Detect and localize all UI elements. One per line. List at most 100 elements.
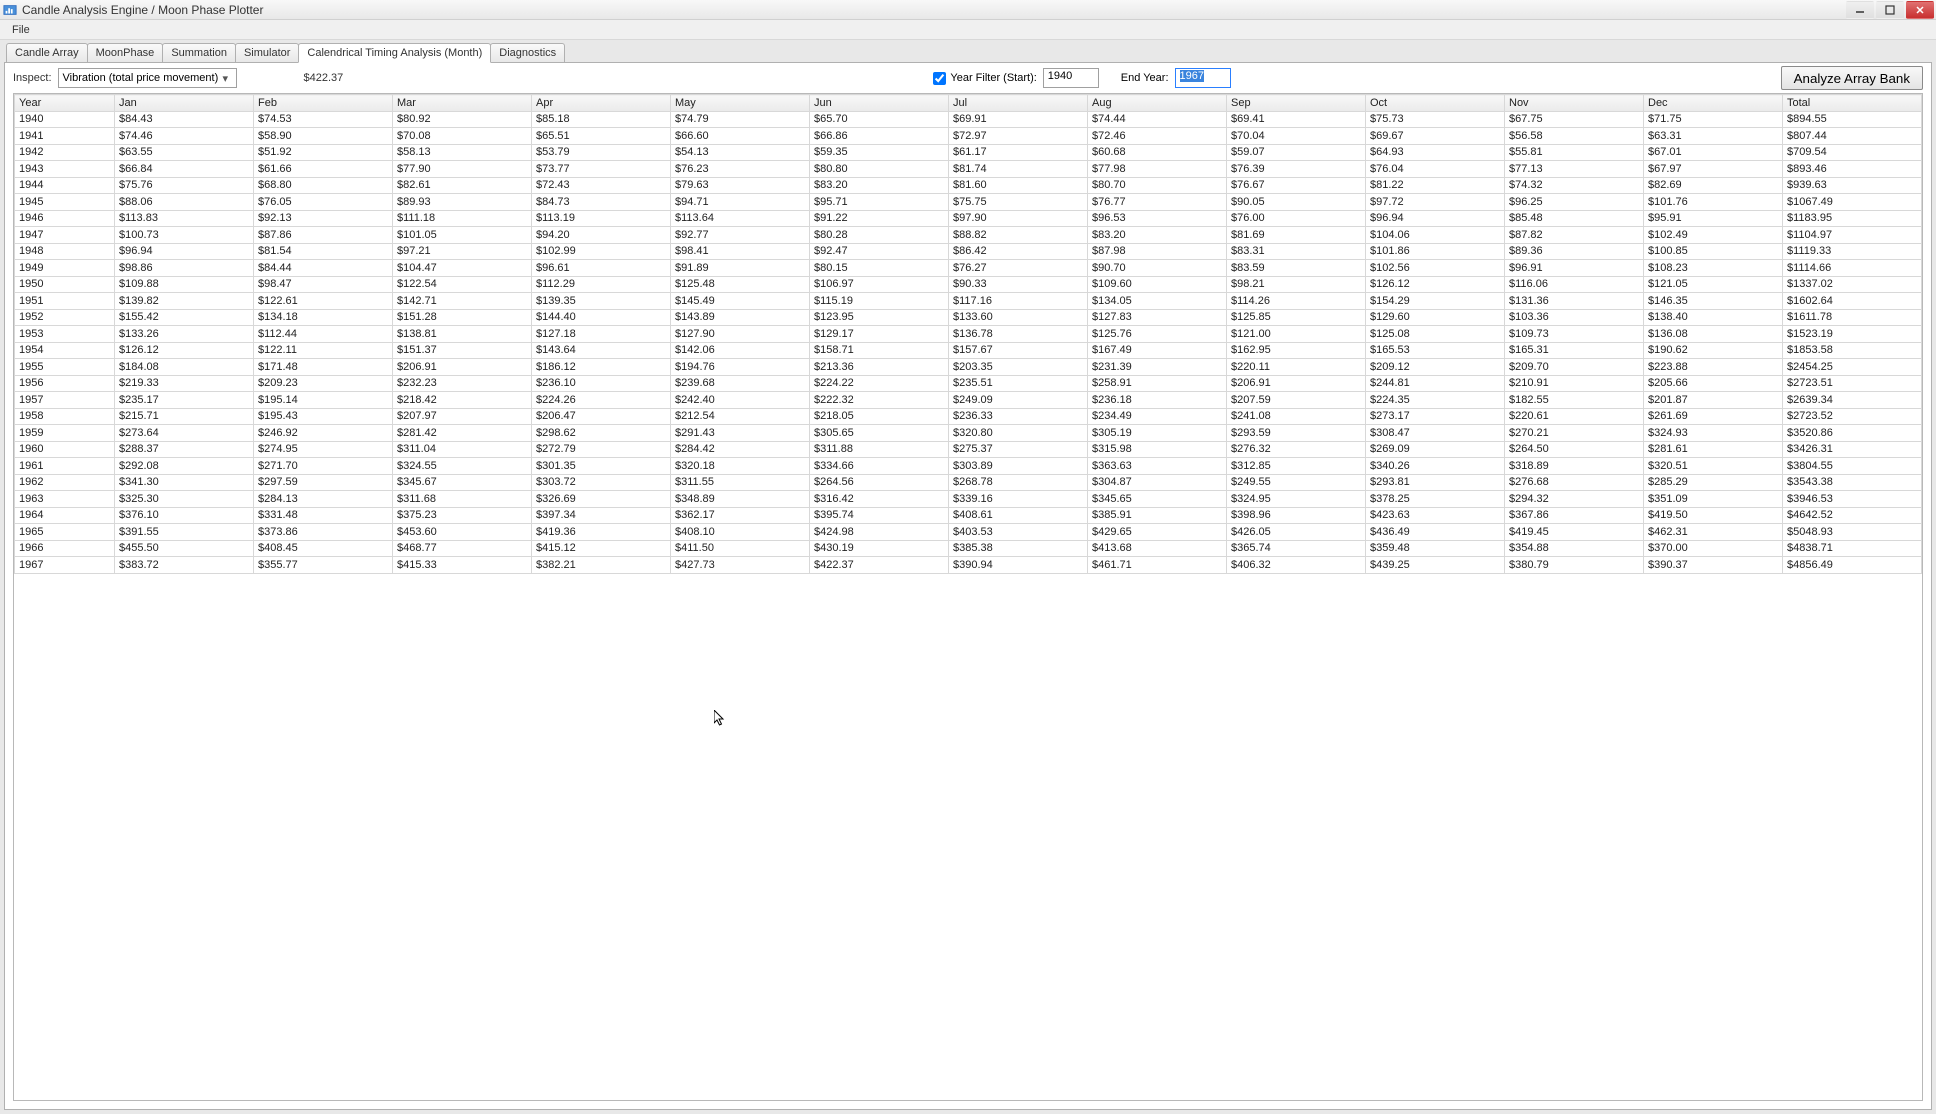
tab-calendrical-timing-analysis-month-[interactable]: Calendrical Timing Analysis (Month)	[298, 43, 491, 63]
table-row[interactable]: 1948$96.94$81.54$97.21$102.99$98.41$92.4…	[15, 243, 1922, 260]
table-row[interactable]: 1956$219.33$209.23$232.23$236.10$239.68$…	[15, 375, 1922, 392]
table-row[interactable]: 1945$88.06$76.05$89.93$84.73$94.71$95.71…	[15, 194, 1922, 211]
column-header[interactable]: Nov	[1505, 95, 1644, 112]
table-cell: 1950	[15, 276, 115, 293]
table-row[interactable]: 1961$292.08$271.70$324.55$301.35$320.18$…	[15, 458, 1922, 475]
column-header[interactable]: Mar	[393, 95, 532, 112]
table-row[interactable]: 1957$235.17$195.14$218.42$224.26$242.40$…	[15, 392, 1922, 409]
table-cell: $324.95	[1227, 491, 1366, 508]
year-filter-checkbox[interactable]	[933, 72, 946, 85]
table-cell: $1067.49	[1783, 194, 1922, 211]
table-row[interactable]: 1940$84.43$74.53$80.92$85.18$74.79$65.70…	[15, 111, 1922, 128]
table-cell: 1943	[15, 161, 115, 178]
table-row[interactable]: 1944$75.76$68.80$82.61$72.43$79.63$83.20…	[15, 177, 1922, 194]
table-cell: $1611.78	[1783, 309, 1922, 326]
table-row[interactable]: 1958$215.71$195.43$207.97$206.47$212.54$…	[15, 408, 1922, 425]
table-cell: $281.61	[1644, 441, 1783, 458]
table-cell: $98.86	[115, 260, 254, 277]
table-row[interactable]: 1963$325.30$284.13$311.68$326.69$348.89$…	[15, 491, 1922, 508]
table-cell: $113.83	[115, 210, 254, 227]
table-cell: $209.23	[254, 375, 393, 392]
table-cell: $59.07	[1227, 144, 1366, 161]
table-cell: 1961	[15, 458, 115, 475]
column-header[interactable]: Jun	[810, 95, 949, 112]
table-cell: $205.66	[1644, 375, 1783, 392]
table-cell: $102.49	[1644, 227, 1783, 244]
table-row[interactable]: 1966$455.50$408.45$468.77$415.12$411.50$…	[15, 540, 1922, 557]
table-cell: $4838.71	[1783, 540, 1922, 557]
column-header[interactable]: Dec	[1644, 95, 1783, 112]
table-cell: $59.35	[810, 144, 949, 161]
table-row[interactable]: 1962$341.30$297.59$345.67$303.72$311.55$…	[15, 474, 1922, 491]
column-header[interactable]: Jul	[949, 95, 1088, 112]
table-cell: $75.76	[115, 177, 254, 194]
table-cell: $395.74	[810, 507, 949, 524]
table-cell: $87.98	[1088, 243, 1227, 260]
table-cell: $58.13	[393, 144, 532, 161]
table-row[interactable]: 1941$74.46$58.90$70.08$65.51$66.60$66.86…	[15, 128, 1922, 145]
table-cell: $69.91	[949, 111, 1088, 128]
table-row[interactable]: 1943$66.84$61.66$77.90$73.77$76.23$80.80…	[15, 161, 1922, 178]
table-cell: $123.95	[810, 309, 949, 326]
table-row[interactable]: 1947$100.73$87.86$101.05$94.20$92.77$80.…	[15, 227, 1922, 244]
table-row[interactable]: 1965$391.55$373.86$453.60$419.36$408.10$…	[15, 524, 1922, 541]
column-header[interactable]: May	[671, 95, 810, 112]
table-cell: $126.12	[1366, 276, 1505, 293]
column-header[interactable]: Aug	[1088, 95, 1227, 112]
table-row[interactable]: 1951$139.82$122.61$142.71$139.35$145.49$…	[15, 293, 1922, 310]
column-header[interactable]: Jan	[115, 95, 254, 112]
table-cell: $275.37	[949, 441, 1088, 458]
table-cell: $77.90	[393, 161, 532, 178]
end-year-input[interactable]: 1967	[1175, 68, 1231, 88]
menu-file[interactable]: File	[6, 22, 36, 38]
table-row[interactable]: 1967$383.72$355.77$415.33$382.21$427.73$…	[15, 557, 1922, 574]
analyze-button[interactable]: Analyze Array Bank	[1781, 66, 1923, 90]
table-row[interactable]: 1955$184.08$171.48$206.91$186.12$194.76$…	[15, 359, 1922, 376]
tab-simulator[interactable]: Simulator	[235, 43, 299, 62]
table-cell: $261.69	[1644, 408, 1783, 425]
maximize-button[interactable]	[1876, 1, 1904, 19]
column-header[interactable]: Apr	[532, 95, 671, 112]
tab-diagnostics[interactable]: Diagnostics	[490, 43, 565, 62]
column-header[interactable]: Feb	[254, 95, 393, 112]
table-row[interactable]: 1952$155.42$134.18$151.28$144.40$143.89$…	[15, 309, 1922, 326]
table-cell: $461.71	[1088, 557, 1227, 574]
table-row[interactable]: 1953$133.26$112.44$138.81$127.18$127.90$…	[15, 326, 1922, 343]
table-cell: $1183.95	[1783, 210, 1922, 227]
close-button[interactable]	[1906, 1, 1934, 19]
column-header[interactable]: Total	[1783, 95, 1922, 112]
table-cell: $70.08	[393, 128, 532, 145]
minimize-button[interactable]	[1846, 1, 1874, 19]
tab-candle-array[interactable]: Candle Array	[6, 43, 88, 62]
table-row[interactable]: 1964$376.10$331.48$375.23$397.34$362.17$…	[15, 507, 1922, 524]
inspect-combo[interactable]: Vibration (total price movement) ▾	[58, 68, 238, 88]
table-cell: $72.43	[532, 177, 671, 194]
table-row[interactable]: 1949$98.86$84.44$104.47$96.61$91.89$80.1…	[15, 260, 1922, 277]
column-header[interactable]: Sep	[1227, 95, 1366, 112]
table-cell: $408.61	[949, 507, 1088, 524]
table-row[interactable]: 1954$126.12$122.11$151.37$143.64$142.06$…	[15, 342, 1922, 359]
table-row[interactable]: 1950$109.88$98.47$122.54$112.29$125.48$1…	[15, 276, 1922, 293]
start-year-input[interactable]: 1940	[1043, 68, 1099, 88]
table-row[interactable]: 1942$63.55$51.92$58.13$53.79$54.13$59.35…	[15, 144, 1922, 161]
table-row[interactable]: 1960$288.37$274.95$311.04$272.79$284.42$…	[15, 441, 1922, 458]
column-header[interactable]: Year	[15, 95, 115, 112]
table-cell: $87.86	[254, 227, 393, 244]
table-cell: $115.19	[810, 293, 949, 310]
table-cell: $406.32	[1227, 557, 1366, 574]
tab-summation[interactable]: Summation	[162, 43, 236, 62]
table-cell: $284.42	[671, 441, 810, 458]
table-cell: $81.22	[1366, 177, 1505, 194]
table-cell: $249.55	[1227, 474, 1366, 491]
table-cell: $70.04	[1227, 128, 1366, 145]
table-row[interactable]: 1959$273.64$246.92$281.42$298.62$291.43$…	[15, 425, 1922, 442]
column-header[interactable]: Oct	[1366, 95, 1505, 112]
table-cell: $1853.58	[1783, 342, 1922, 359]
tab-strip: Candle ArrayMoonPhaseSummationSimulatorC…	[0, 40, 1936, 62]
table-cell: $274.95	[254, 441, 393, 458]
tab-moonphase[interactable]: MoonPhase	[87, 43, 164, 62]
table-row[interactable]: 1946$113.83$92.13$111.18$113.19$113.64$9…	[15, 210, 1922, 227]
table-cell: $380.79	[1505, 557, 1644, 574]
table-cell: $127.90	[671, 326, 810, 343]
table-cell: $134.05	[1088, 293, 1227, 310]
